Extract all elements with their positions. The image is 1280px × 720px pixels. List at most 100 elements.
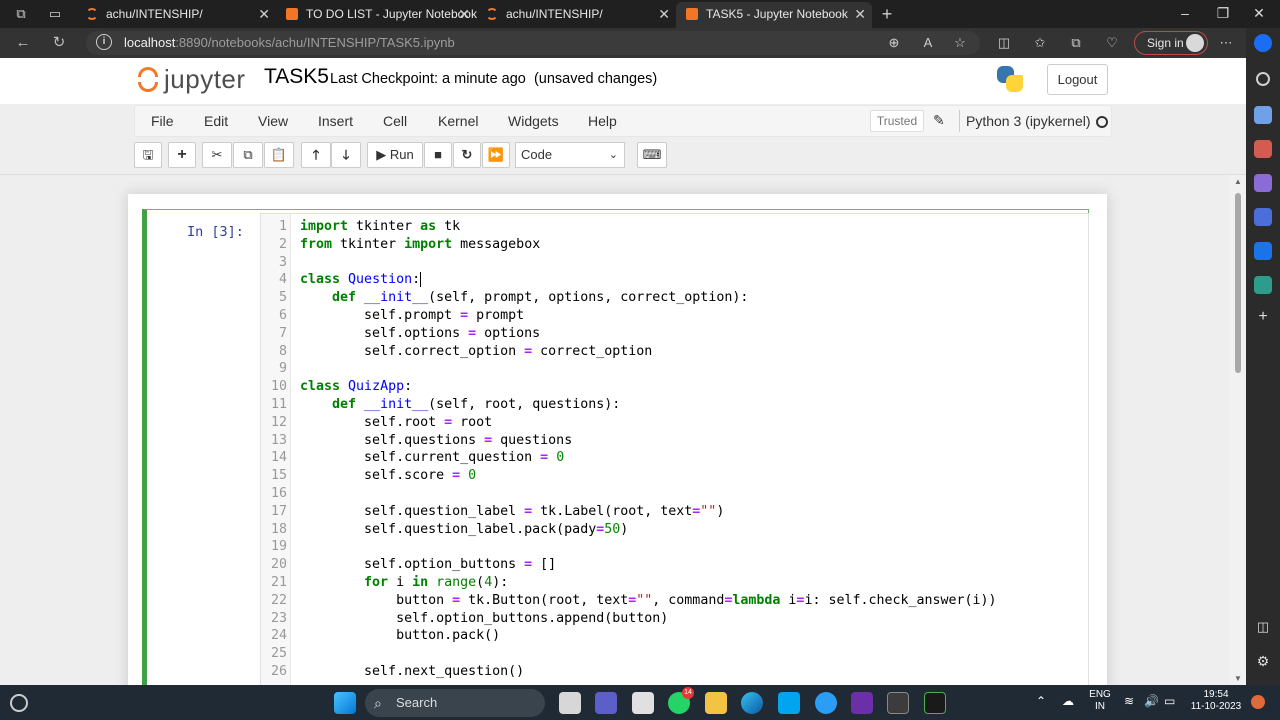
- refresh-icon[interactable]: ↻: [48, 33, 70, 53]
- scrollbar-thumb[interactable]: [1235, 193, 1241, 373]
- task-view-icon[interactable]: [559, 692, 581, 714]
- menu-file[interactable]: File: [151, 113, 174, 129]
- windows-start-icon[interactable]: [334, 692, 356, 714]
- widgets-icon[interactable]: [10, 694, 28, 712]
- browser-tab-1[interactable]: achu/INTENSHIP/ ✕: [76, 2, 276, 28]
- save-button[interactable]: 🖫: [134, 142, 162, 168]
- site-info-icon[interactable]: i: [96, 34, 112, 50]
- zoom-icon[interactable]: ⊕: [884, 34, 904, 52]
- menu-widgets[interactable]: Widgets: [508, 113, 559, 129]
- interrupt-button[interactable]: ■: [424, 142, 452, 168]
- hide-sidebar-icon[interactable]: ◫: [1254, 618, 1272, 636]
- move-up-button[interactable]: 🡑: [301, 142, 331, 168]
- volume-icon[interactable]: 🔊: [1144, 695, 1159, 707]
- restart-run-all-button[interactable]: ⏩: [482, 142, 510, 168]
- command-palette-button[interactable]: ⌨: [637, 142, 667, 168]
- copy-button[interactable]: ⧉: [233, 142, 263, 168]
- language-indicator[interactable]: ENG IN: [1086, 689, 1114, 713]
- url-field[interactable]: i localhost:8890/notebooks/achu/INTENSHI…: [86, 31, 980, 55]
- tab-actions-icon[interactable]: ▭: [46, 5, 64, 23]
- tools-icon[interactable]: [1254, 140, 1272, 158]
- line-number: 26: [270, 664, 287, 679]
- close-window-icon[interactable]: ✕: [1236, 0, 1280, 28]
- move-down-button[interactable]: 🡓: [331, 142, 361, 168]
- settings-gear-icon[interactable]: ⚙: [1254, 652, 1272, 670]
- show-hidden-icons-icon[interactable]: ⌃: [1036, 695, 1046, 707]
- edge-browser-icon[interactable]: [741, 692, 763, 714]
- close-tab-icon[interactable]: ✕: [258, 2, 270, 26]
- taskbar-search[interactable]: ⌕ Search: [365, 689, 545, 717]
- outlook-icon[interactable]: [1254, 242, 1272, 260]
- line-number: 24: [270, 628, 287, 644]
- onedrive-icon[interactable]: ☁: [1062, 695, 1074, 707]
- jupyter-logo-text: jupyter: [164, 64, 246, 94]
- jupyter-logo[interactable]: jupyter: [136, 64, 256, 96]
- sign-in-button[interactable]: Sign in: [1134, 31, 1208, 55]
- menu-kernel[interactable]: Kernel: [438, 113, 478, 129]
- new-tab-icon[interactable]: +: [878, 5, 896, 23]
- notifications-icon[interactable]: [1251, 695, 1265, 709]
- wifi-icon[interactable]: ≋: [1124, 695, 1134, 707]
- copilot-icon[interactable]: [1254, 34, 1272, 52]
- page-scrollbar[interactable]: ▲ ▼: [1230, 175, 1246, 685]
- trusted-indicator[interactable]: Trusted: [870, 110, 924, 132]
- line-number: 5: [278, 290, 287, 306]
- close-tab-icon[interactable]: ✕: [658, 2, 670, 26]
- cut-button[interactable]: ✂: [202, 142, 232, 168]
- menu-edit[interactable]: Edit: [204, 113, 228, 129]
- menu-help[interactable]: Help: [588, 113, 617, 129]
- run-button[interactable]: ▶ Run: [367, 142, 423, 168]
- collections-icon[interactable]: ⧉: [1066, 34, 1086, 52]
- browser-essentials-icon[interactable]: ♡: [1102, 34, 1122, 52]
- close-tab-icon[interactable]: ✕: [854, 2, 866, 26]
- file-explorer-icon[interactable]: [705, 692, 727, 714]
- drop-icon[interactable]: [1254, 276, 1272, 294]
- fast-forward-icon: ⏩: [487, 147, 505, 162]
- more-menu-icon[interactable]: ⋯: [1216, 34, 1236, 52]
- menu-insert[interactable]: Insert: [318, 113, 353, 129]
- battery-icon[interactable]: ▭: [1164, 695, 1175, 707]
- store-icon[interactable]: [632, 692, 654, 714]
- teams-chat-icon[interactable]: [595, 692, 617, 714]
- menu-cell[interactable]: Cell: [383, 113, 407, 129]
- microsoft365-icon[interactable]: [1254, 208, 1272, 226]
- line-number: 6: [278, 308, 287, 323]
- workspaces-icon[interactable]: ⧉: [12, 5, 30, 23]
- vscode-icon[interactable]: [924, 692, 946, 714]
- read-aloud-icon[interactable]: A: [918, 34, 938, 52]
- favorite-star-icon[interactable]: ☆: [950, 34, 970, 52]
- logout-button[interactable]: Logout: [1047, 64, 1108, 95]
- scroll-down-icon[interactable]: ▼: [1234, 674, 1242, 683]
- code-cell-selected[interactable]: In [3]: 1 import tkinter as tk 2 from tkint…: [142, 209, 1089, 685]
- terminal-icon[interactable]: [887, 692, 909, 714]
- browser-tab-4-active[interactable]: TASK5 - Jupyter Notebook ✕: [676, 2, 872, 28]
- text-cursor: [420, 271, 422, 287]
- restart-button[interactable]: ↻: [453, 142, 481, 168]
- meta-icon[interactable]: [851, 692, 873, 714]
- back-icon[interactable]: ←: [12, 33, 34, 53]
- games-icon[interactable]: [1254, 174, 1272, 192]
- insert-cell-button[interactable]: +: [168, 142, 196, 168]
- edit-pencil-icon[interactable]: ✎: [933, 112, 945, 129]
- line-number: 20: [270, 557, 287, 573]
- edge-sidebar: + ◫ ⚙: [1246, 28, 1280, 685]
- browser-tab-3[interactable]: achu/INTENSHIP/ ✕: [476, 2, 676, 28]
- scroll-up-icon[interactable]: ▲: [1234, 177, 1242, 186]
- browser-tab-2[interactable]: TO DO LIST - Jupyter Notebook ✕: [276, 2, 477, 28]
- menu-view[interactable]: View: [258, 113, 288, 129]
- run-label: Run: [389, 147, 414, 162]
- cell-type-select[interactable]: Code ⌄: [515, 142, 625, 168]
- code-editor[interactable]: 1 import tkinter as tk 2 from tkinter impor…: [260, 213, 1089, 685]
- search-icon[interactable]: [1256, 72, 1270, 86]
- close-tab-icon[interactable]: ✕: [458, 2, 470, 26]
- kernel-name[interactable]: Python 3 (ipykernel): [966, 113, 1091, 129]
- shopping-icon[interactable]: [1254, 106, 1272, 124]
- favorites-icon[interactable]: ✩: [1030, 34, 1050, 52]
- add-sidebar-app-icon[interactable]: +: [1254, 308, 1272, 326]
- paste-button[interactable]: 📋: [264, 142, 294, 168]
- chrome-icon[interactable]: [815, 692, 837, 714]
- app-icon[interactable]: [778, 692, 800, 714]
- split-screen-icon[interactable]: ◫: [994, 34, 1014, 52]
- clock[interactable]: 19:54 11-10-2023: [1186, 689, 1246, 713]
- notebook-name[interactable]: TASK5: [264, 65, 329, 89]
